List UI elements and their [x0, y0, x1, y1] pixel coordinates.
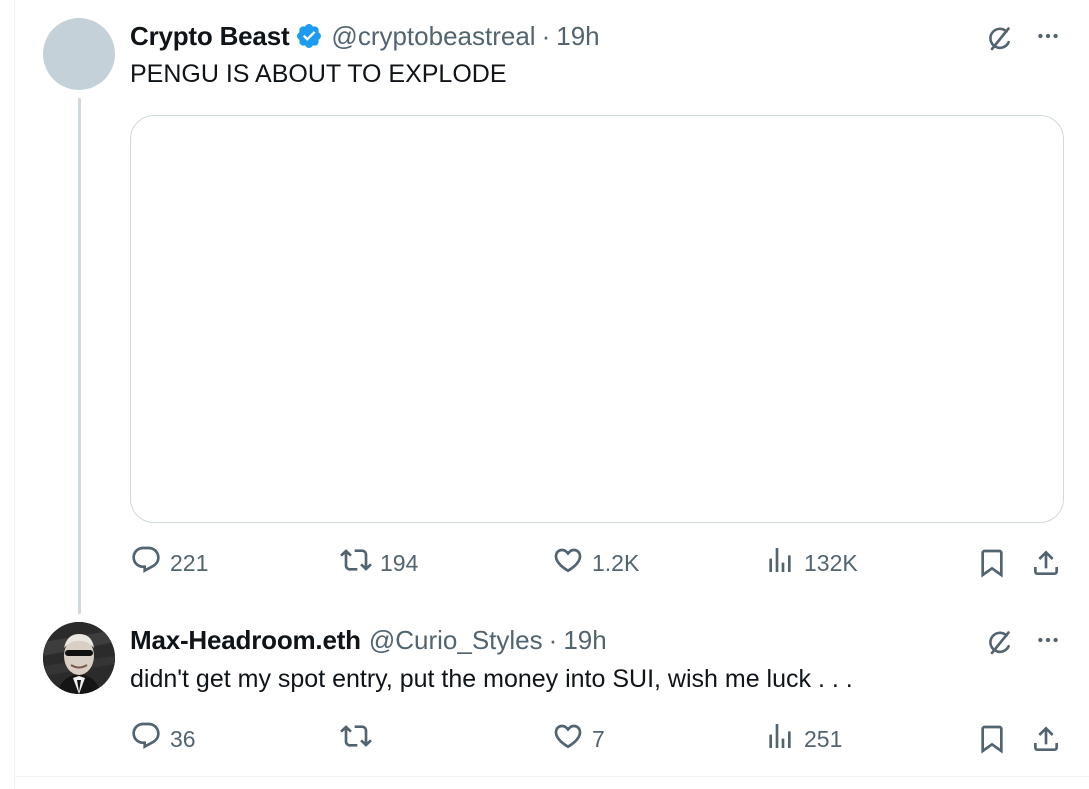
timeline: Crypto Beast @cryptobeastreal · 19h PENG…	[0, 0, 1089, 789]
like-icon	[552, 544, 584, 582]
thread-connector-line	[78, 98, 81, 614]
share-icon[interactable]	[1026, 719, 1066, 759]
views-icon	[764, 544, 796, 582]
retweet-button[interactable]: 194	[340, 543, 418, 583]
timeline-divider	[14, 776, 1089, 777]
retweet-button[interactable]	[340, 719, 380, 759]
grok-icon[interactable]	[980, 18, 1020, 58]
retweet-count: 194	[380, 549, 419, 576]
like-button[interactable]: 1.2K	[552, 543, 639, 583]
tweet-text: didn't get my spot entry, put the money …	[130, 665, 853, 693]
tweet-header: Crypto Beast @cryptobeastreal · 19h	[130, 18, 600, 54]
reply-count: 221	[170, 549, 209, 576]
avatar[interactable]	[43, 622, 115, 694]
retweet-icon	[340, 720, 372, 758]
views-icon	[764, 720, 796, 758]
media-container[interactable]	[130, 115, 1064, 523]
views-count: 251	[804, 725, 843, 752]
author-name[interactable]: Max-Headroom.eth	[130, 625, 361, 656]
separator-dot: ·	[548, 624, 558, 655]
reply-icon	[130, 544, 162, 582]
tweet-text: PENGU IS ABOUT TO EXPLODE	[130, 60, 507, 88]
like-count: 1.2K	[592, 549, 640, 576]
tweet-header: Max-Headroom.eth @Curio_Styles · 19h	[130, 622, 607, 658]
avatar[interactable]	[43, 18, 115, 90]
reply-button[interactable]: 221	[130, 543, 208, 583]
like-button[interactable]: 7	[552, 719, 605, 759]
grok-icon[interactable]	[980, 622, 1020, 662]
timestamp[interactable]: 19h	[563, 625, 606, 656]
bookmark-icon[interactable]	[972, 543, 1012, 583]
timestamp[interactable]: 19h	[556, 21, 599, 52]
like-icon	[552, 720, 584, 758]
reply-count: 36	[170, 725, 196, 752]
author-name[interactable]: Crypto Beast	[130, 21, 290, 52]
more-options-icon[interactable]	[1030, 622, 1066, 658]
views-button[interactable]: 132K	[764, 543, 858, 583]
more-options-icon[interactable]	[1030, 18, 1066, 54]
retweet-icon	[340, 544, 372, 582]
author-handle[interactable]: @cryptobeastreal	[331, 21, 535, 52]
verified-badge-icon[interactable]	[295, 22, 323, 50]
separator-dot: ·	[541, 20, 551, 51]
share-icon[interactable]	[1026, 543, 1066, 583]
views-count: 132K	[804, 549, 858, 576]
author-handle[interactable]: @Curio_Styles	[369, 625, 543, 656]
timeline-left-border	[14, 0, 15, 789]
like-count: 7	[592, 725, 605, 752]
reply-button[interactable]: 36	[130, 719, 196, 759]
views-button[interactable]: 251	[764, 719, 842, 759]
reply-icon	[130, 720, 162, 758]
bookmark-icon[interactable]	[972, 719, 1012, 759]
